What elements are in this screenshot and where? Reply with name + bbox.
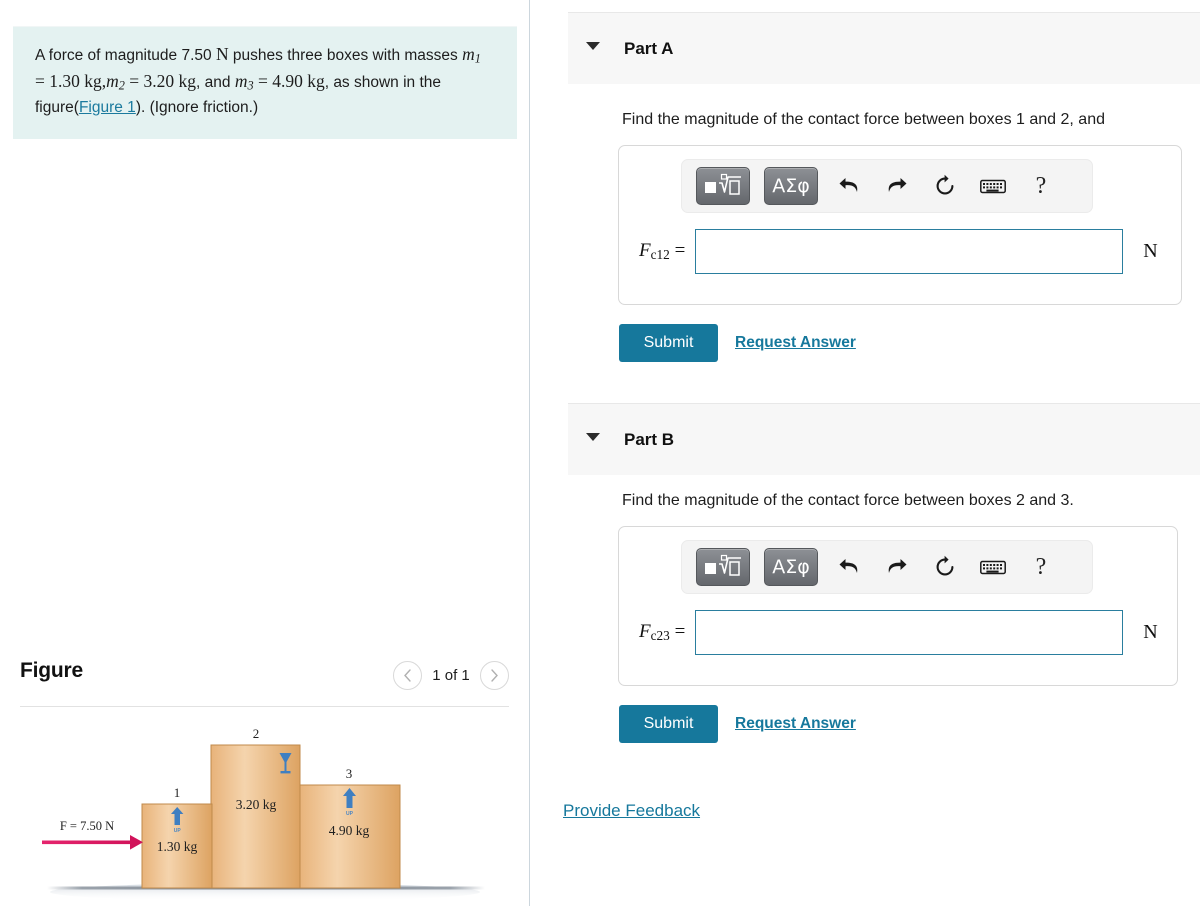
- math-template-icon: [705, 554, 741, 576]
- part-a-F-symbol: F: [639, 240, 651, 262]
- greek-symbols-button[interactable]: ΑΣφ: [764, 167, 818, 205]
- part-b-equals: =: [674, 621, 686, 643]
- mass-3-value: 4.90: [272, 71, 303, 92]
- box-2: 2 3.20 kg: [210, 726, 301, 889]
- mass-1-value: 1.30: [49, 71, 80, 92]
- reset-circle-icon[interactable]: [928, 550, 962, 584]
- part-a-question: Find the magnitude of the contact force …: [622, 111, 1105, 128]
- redo-arrow-icon[interactable]: [880, 550, 914, 584]
- box-1-number: 1: [174, 785, 181, 800]
- figure-title: Figure: [20, 659, 83, 682]
- mass-1-subscript: 1: [474, 51, 481, 66]
- math-template-button[interactable]: [696, 548, 750, 586]
- mass-3-unit: kg: [307, 71, 325, 92]
- part-a-label: Part A: [624, 39, 674, 58]
- mass-3-subscript: 3: [247, 78, 254, 93]
- problem-text-mid: pushes three boxes with masses: [232, 47, 458, 64]
- part-b-answer-label: Fc23 =: [639, 621, 685, 644]
- problem-text-tail2: ). (Ignore friction.): [135, 98, 259, 116]
- part-b-F-subscript: c23: [650, 627, 670, 643]
- part-a-answer-box: ΑΣφ ? Fc12 = N: [618, 145, 1182, 305]
- keyboard-icon[interactable]: [976, 550, 1010, 584]
- chevron-right-icon: [491, 669, 498, 682]
- reset-circle-icon[interactable]: [928, 169, 962, 203]
- mass-3-symbol: m: [234, 71, 248, 92]
- part-a-answer-input[interactable]: [695, 229, 1124, 274]
- mass-3-expression: m3 = 4.90 kg: [234, 71, 325, 93]
- part-a-unit: N: [1143, 240, 1158, 262]
- box-2-number: 2: [253, 726, 260, 741]
- part-a-submit-button[interactable]: Submit: [619, 324, 718, 362]
- part-a-answer-label: Fc12 =: [639, 240, 685, 263]
- part-a-answer-row: Fc12 = N: [639, 229, 1158, 274]
- force-arrow: [42, 835, 143, 850]
- mass-2-expression: m2 = 3.20 kg: [106, 71, 197, 93]
- part-b-math-toolbar: ΑΣφ ?: [681, 540, 1093, 594]
- math-template-icon: [705, 173, 741, 195]
- caret-down-icon[interactable]: [586, 42, 600, 50]
- caret-down-icon[interactable]: [586, 433, 600, 441]
- box-2-mass: 3.20 kg: [236, 797, 277, 812]
- mass-1-symbol: m: [462, 44, 475, 64]
- svg-text:UP: UP: [346, 811, 354, 817]
- figure-next-button[interactable]: [480, 661, 509, 690]
- problem-statement: A force of magnitude 7.50 N pushes three…: [13, 26, 517, 140]
- force-label: F = 7.50 N: [60, 819, 114, 833]
- part-b-label: Part B: [624, 430, 675, 449]
- problem-text-and: , and: [196, 74, 231, 92]
- part-b-request-answer-link[interactable]: Request Answer: [735, 715, 856, 733]
- mass-2-subscript: 2: [118, 78, 125, 93]
- figure-1-link[interactable]: Figure 1: [79, 99, 136, 116]
- part-a-header[interactable]: Part A: [568, 12, 1200, 84]
- part-a-math-toolbar: ΑΣφ ?: [681, 159, 1093, 213]
- math-template-button[interactable]: [696, 167, 750, 205]
- redo-arrow-icon[interactable]: [880, 169, 914, 203]
- keyboard-icon[interactable]: [976, 169, 1010, 203]
- undo-arrow-icon[interactable]: [832, 169, 866, 203]
- help-button[interactable]: ?: [1024, 550, 1058, 584]
- unit-newton: N: [215, 44, 229, 64]
- part-b-F-symbol: F: [639, 621, 651, 643]
- part-b-answer-box: ΑΣφ ? Fc23 = N: [618, 526, 1178, 686]
- part-a-request-answer-link[interactable]: Request Answer: [735, 334, 856, 352]
- mass-2-symbol: m: [106, 71, 119, 92]
- mass-2-unit: kg: [178, 71, 197, 92]
- figure-navigation: 1 of 1: [393, 661, 509, 690]
- problem-text-lead: A force of magnitude 7.50: [35, 47, 212, 64]
- figure-diagram: 3 UP 4.90 kg 2 3.20 kg 1 UP 1.30 kg F = …: [42, 726, 485, 901]
- figure-header: Figure 1 of 1: [20, 655, 509, 707]
- part-b-unit: N: [1143, 621, 1158, 643]
- part-b-header[interactable]: Part B: [568, 403, 1200, 475]
- svg-text:UP: UP: [174, 828, 182, 834]
- box-1-mass: 1.30 kg: [157, 839, 198, 854]
- figure-counter: 1 of 1: [432, 667, 470, 684]
- figure-divider: [20, 706, 509, 707]
- part-a-F-subscript: c12: [650, 246, 670, 262]
- figure-prev-button[interactable]: [393, 661, 422, 690]
- part-b-question: Find the magnitude of the contact force …: [622, 492, 1074, 509]
- provide-feedback-link[interactable]: Provide Feedback: [563, 801, 700, 821]
- mass-1-unit: kg: [84, 71, 102, 92]
- part-b-answer-row: Fc23 = N: [639, 610, 1158, 655]
- box-3: 3 UP 4.90 kg: [298, 766, 401, 889]
- chevron-left-icon: [404, 669, 411, 682]
- box-1: 1 UP 1.30 kg: [141, 785, 213, 889]
- mass-2-value: 3.20: [143, 71, 175, 92]
- part-a-equals: =: [674, 240, 686, 262]
- box-3-number: 3: [346, 766, 353, 781]
- help-button[interactable]: ?: [1024, 169, 1058, 203]
- right-panel: Part A Find the magnitude of the contact…: [530, 0, 1200, 906]
- part-b-submit-button[interactable]: Submit: [619, 705, 718, 743]
- part-b-answer-input[interactable]: [695, 610, 1124, 655]
- mass-2-equals: =: [129, 71, 140, 92]
- undo-arrow-icon[interactable]: [832, 550, 866, 584]
- mass-1-equals: =: [35, 71, 45, 92]
- left-panel: A force of magnitude 7.50 N pushes three…: [0, 0, 529, 906]
- box-3-mass: 4.90 kg: [329, 823, 370, 838]
- greek-symbols-button[interactable]: ΑΣφ: [764, 548, 818, 586]
- mass-3-equals: =: [257, 71, 268, 92]
